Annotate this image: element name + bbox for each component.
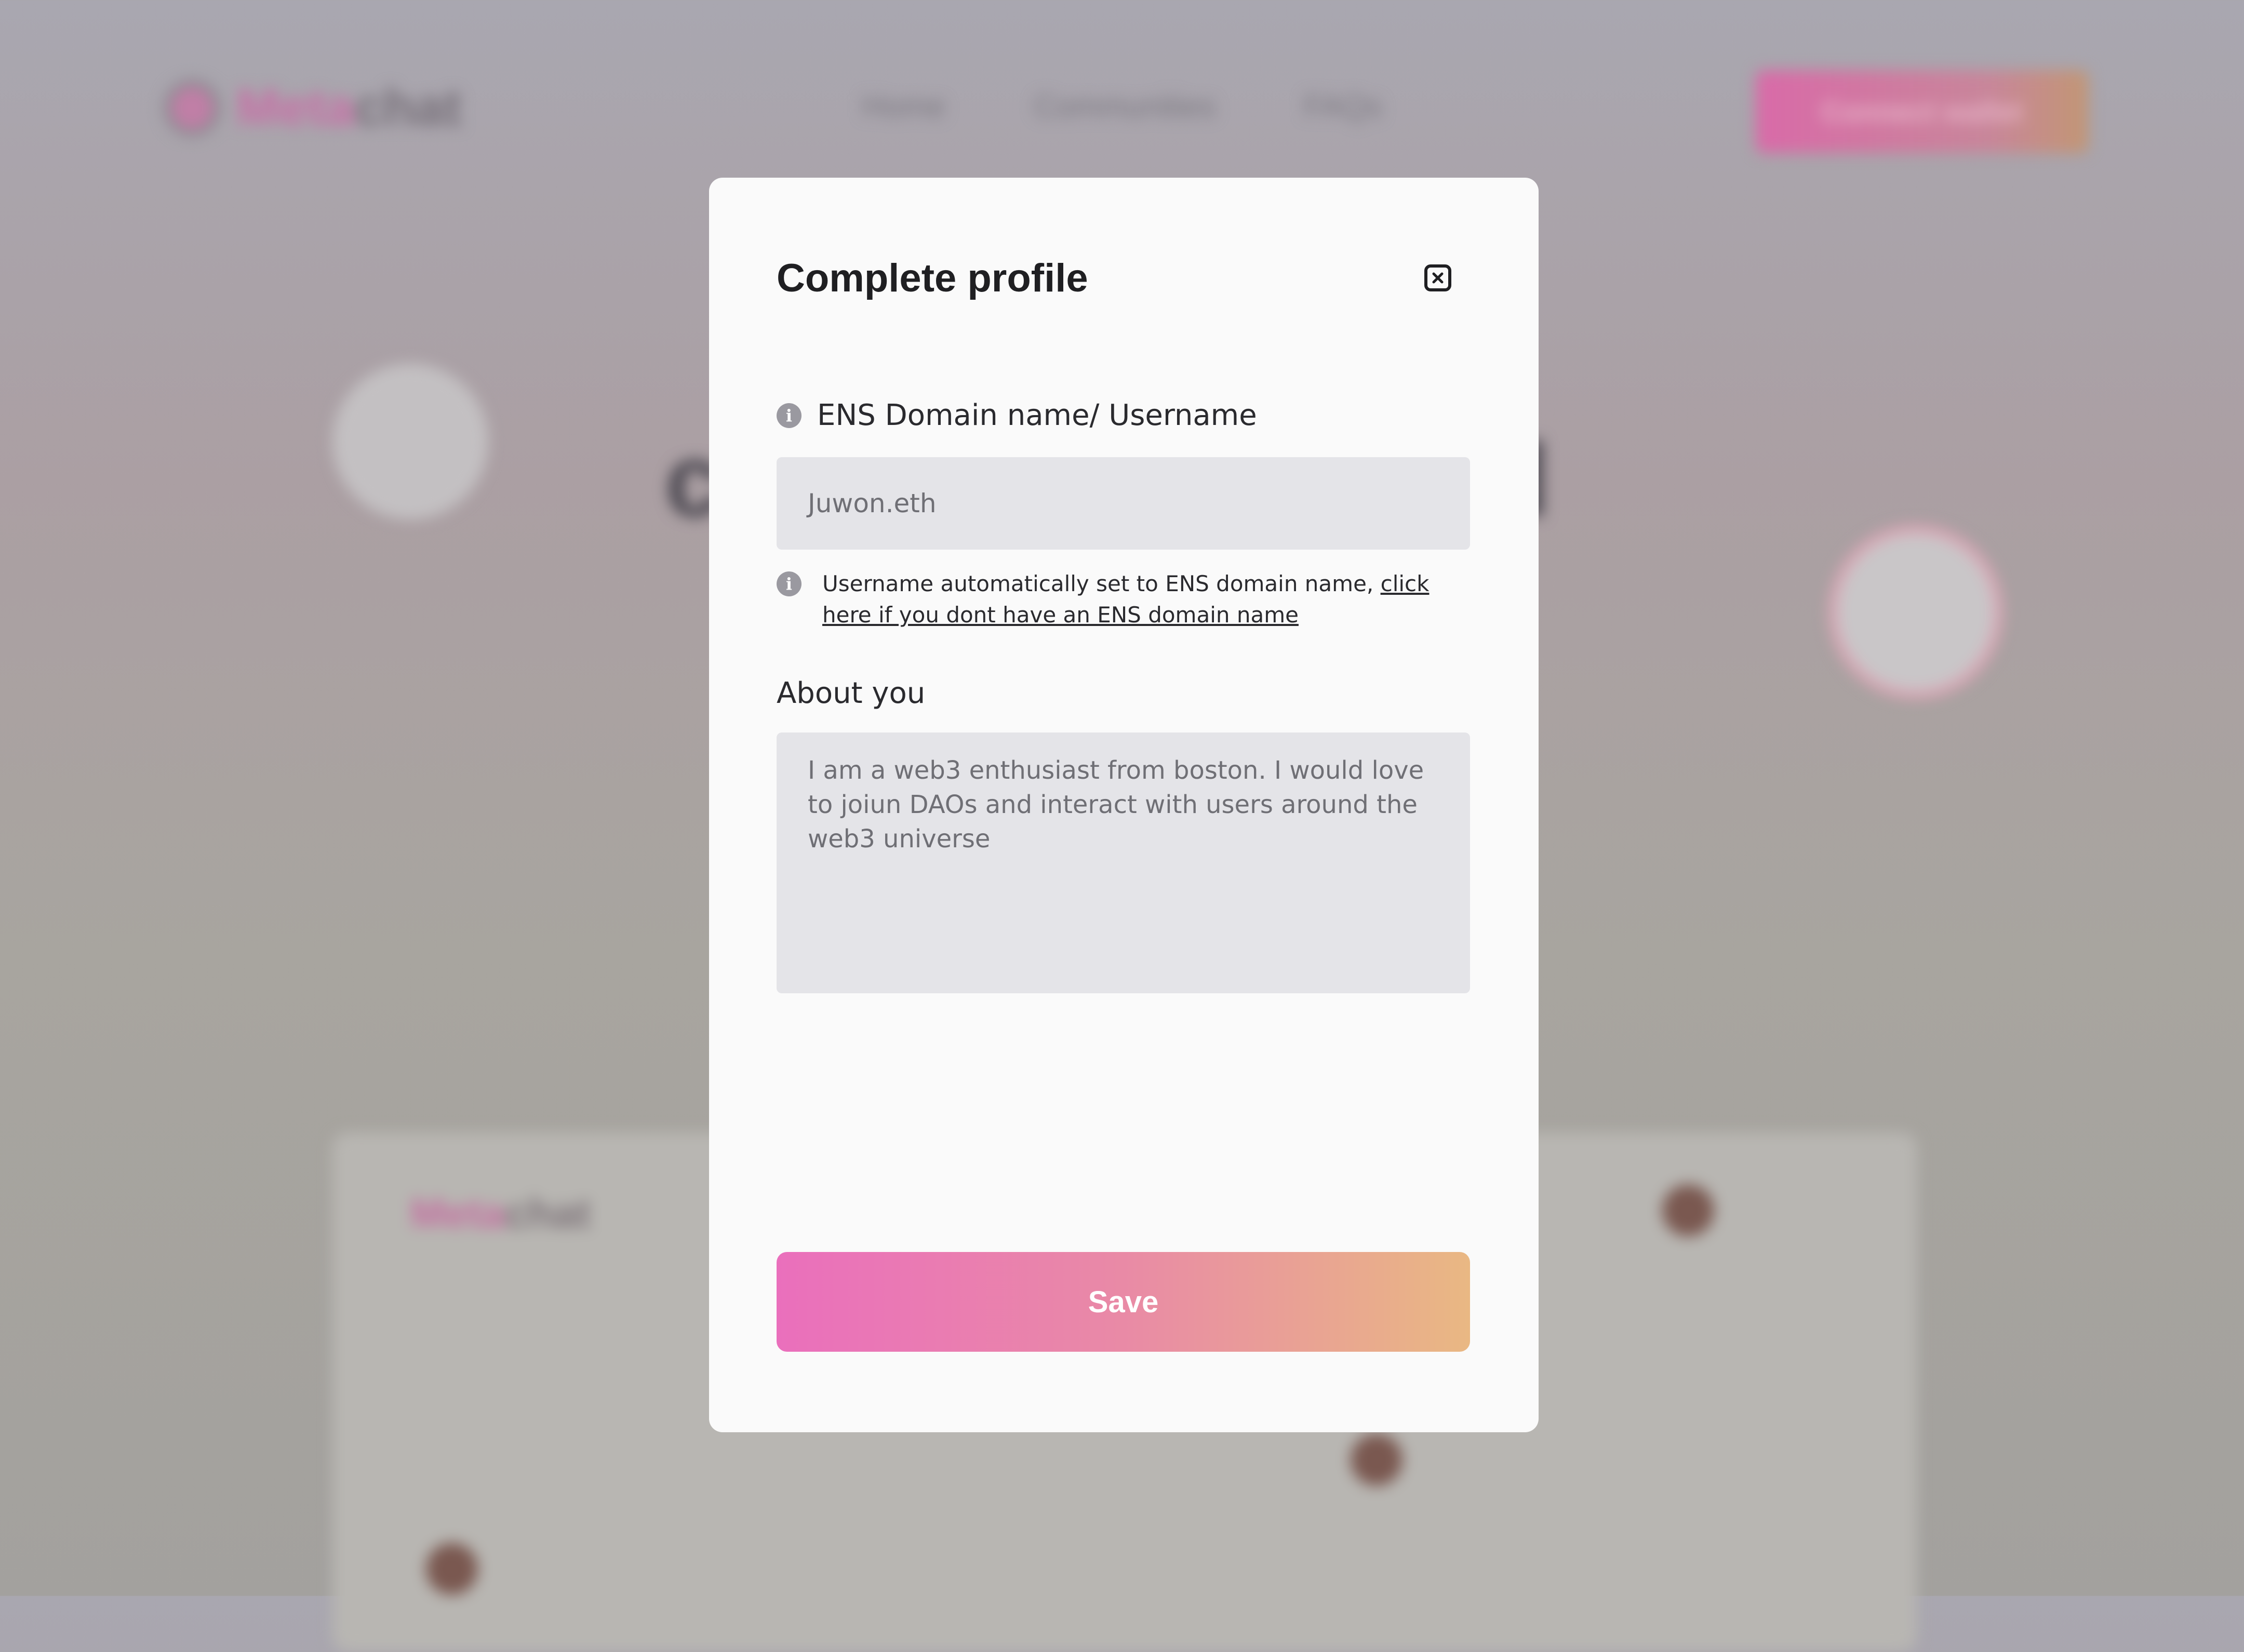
complete-profile-modal: Complete profile i ENS Domain name/ User… xyxy=(709,178,1539,1432)
about-you-label: About you xyxy=(777,676,926,710)
decorative-blob xyxy=(1828,525,2003,699)
nav-links: Home Communities FAQs xyxy=(862,88,1382,124)
avatar xyxy=(1351,1434,1402,1486)
decorative-blob xyxy=(332,364,488,519)
hint-text: Username automatically set to ENS domain… xyxy=(822,571,1381,596)
ens-username-input[interactable]: Juwon.eth xyxy=(777,457,1470,550)
logo-suffix: chat xyxy=(354,78,462,137)
site-logo: Metachat xyxy=(164,78,461,138)
ens-field-label: i ENS Domain name/ Username xyxy=(777,398,1257,432)
nav-link-home: Home xyxy=(862,89,946,124)
info-icon: i xyxy=(777,403,802,428)
hint-text-block: Username automatically set to ENS domain… xyxy=(822,568,1470,631)
avatar xyxy=(426,1543,478,1595)
connect-wallet-button: Connect wallet xyxy=(1756,70,2088,153)
ens-hint: i Username automatically set to ENS doma… xyxy=(777,568,1470,631)
close-icon xyxy=(1432,272,1444,284)
close-button[interactable] xyxy=(1424,264,1451,291)
logo-prefix: Meta xyxy=(236,78,355,137)
logo-icon xyxy=(164,79,221,137)
save-button[interactable]: Save xyxy=(777,1252,1470,1352)
ens-label-text: ENS Domain name/ Username xyxy=(817,398,1257,432)
nav-link-faqs: FAQs xyxy=(1304,89,1382,124)
nav-link-communities: Communities xyxy=(1034,89,1216,124)
avatar xyxy=(1662,1184,1714,1236)
info-icon: i xyxy=(777,571,802,596)
preview-logo: Metachat xyxy=(410,1190,591,1236)
modal-title: Complete profile xyxy=(777,256,1088,300)
about-you-textarea[interactable]: I am a web3 enthusiast from boston. I wo… xyxy=(777,732,1470,993)
